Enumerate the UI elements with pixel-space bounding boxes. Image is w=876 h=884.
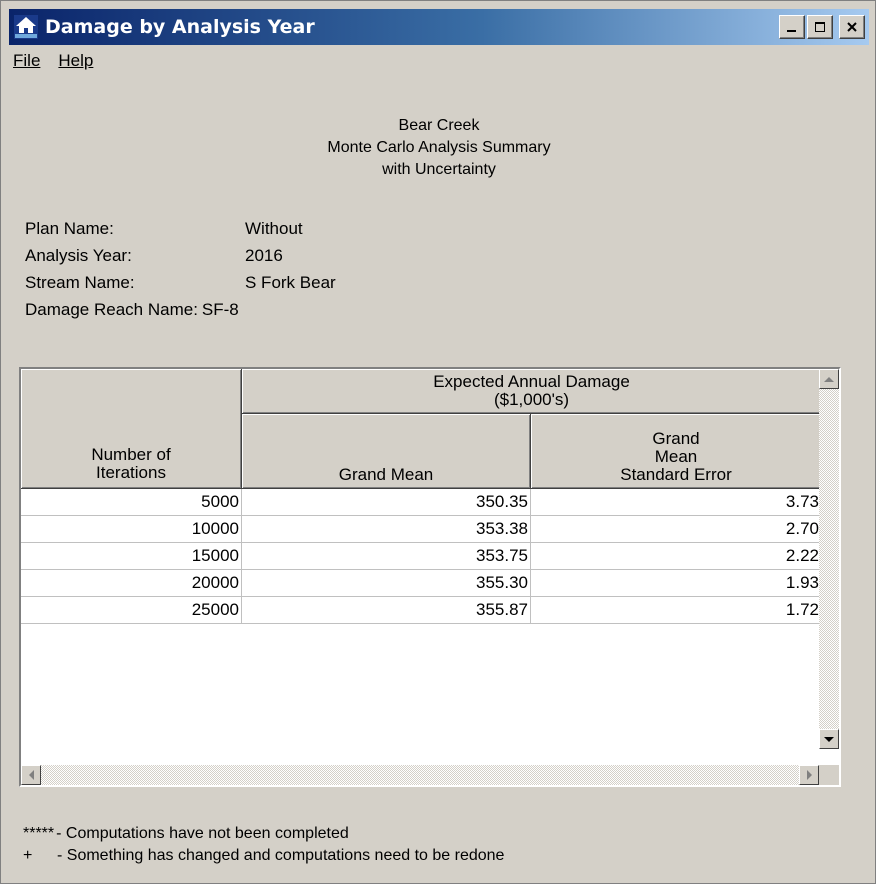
close-button[interactable] [839, 15, 865, 39]
arrow-down-icon [824, 736, 834, 742]
info-section: Plan Name: Without Analysis Year: 2016 S… [25, 215, 336, 323]
table-row[interactable]: 10000 353.38 2.70 [21, 515, 822, 543]
scroll-right-button[interactable] [799, 765, 819, 785]
reach-row: Damage Reach Name: SF-8 [25, 296, 336, 323]
table-row[interactable]: 25000 355.87 1.72 [21, 596, 822, 624]
report-subtitle: Monte Carlo Analysis Summary [327, 139, 551, 156]
results-grid[interactable]: Number of Iterations Expected Annual Dam… [19, 367, 841, 787]
stream-row: Stream Name: S Fork Bear [25, 269, 336, 296]
minimize-icon [787, 30, 796, 32]
col-header-se-line2: Mean [654, 447, 698, 466]
results-table: Number of Iterations Expected Annual Dam… [21, 369, 822, 624]
menu-help-label: Help [58, 51, 94, 70]
col-header-se-line1: Grand [652, 429, 700, 448]
cell-grand-mean[interactable]: 353.38 [241, 515, 531, 543]
arrow-right-icon [806, 770, 812, 780]
legend-text-changed: - Something has changed and computations… [57, 847, 505, 864]
minimize-button[interactable] [779, 15, 805, 39]
maximize-icon [815, 22, 825, 32]
legend-row-changed: + - Something has changed and computatio… [23, 845, 504, 867]
cell-grand-mean[interactable]: 350.35 [241, 488, 531, 516]
col-header-grand-mean-label: Grand Mean [338, 465, 434, 484]
col-header-iterations[interactable]: Number of Iterations [21, 369, 242, 489]
plan-label: Plan Name: [25, 219, 114, 238]
legend: ***** - Computations have not been compl… [23, 823, 504, 867]
year-row: Analysis Year: 2016 [25, 242, 336, 269]
report-subtitle-2: with Uncertainty [382, 161, 496, 178]
report-title: Bear Creek [398, 117, 480, 134]
col-header-iterations-line1: Number of [91, 445, 171, 464]
vertical-scrollbar[interactable] [819, 369, 839, 749]
arrow-up-icon [824, 376, 834, 382]
report-header: Bear Creek Monte Carlo Analysis Summary … [1, 115, 876, 181]
maximize-button[interactable] [807, 15, 833, 39]
scroll-down-button[interactable] [819, 729, 839, 749]
window-controls [779, 15, 865, 39]
main-window: Damage by Analysis Year File Help Bear C… [0, 0, 876, 884]
cell-grand-mean[interactable]: 355.87 [241, 596, 531, 624]
col-header-standard-error[interactable]: Grand Mean Standard Error [530, 413, 822, 489]
stream-label: Stream Name: [25, 273, 135, 292]
group-header-ead[interactable]: Expected Annual Damage ($1,000's) [241, 369, 822, 414]
year-label: Analysis Year: [25, 246, 132, 265]
arrow-left-icon [28, 770, 34, 780]
menu-file[interactable]: File [13, 51, 40, 77]
col-header-se-line3: Standard Error [620, 465, 732, 484]
menu-bar: File Help [9, 51, 93, 77]
close-icon [847, 22, 857, 32]
cell-iterations[interactable]: 10000 [21, 515, 242, 543]
legend-symbol-incomplete: ***** [23, 825, 55, 842]
app-house-icon [13, 14, 39, 40]
group-header-line1: Expected Annual Damage [433, 372, 630, 391]
reach-value: SF-8 [201, 300, 239, 319]
legend-row-incomplete: ***** - Computations have not been compl… [23, 823, 504, 845]
cell-iterations[interactable]: 5000 [21, 488, 242, 516]
scrollbar-corner [819, 765, 839, 785]
cell-iterations[interactable]: 20000 [21, 569, 242, 597]
table-row[interactable]: 20000 355.30 1.93 [21, 569, 822, 597]
cell-grand-mean[interactable]: 353.75 [241, 542, 531, 570]
window-title: Damage by Analysis Year [45, 16, 315, 38]
stream-value: S Fork Bear [245, 273, 336, 292]
table-row[interactable]: 15000 353.75 2.22 [21, 542, 822, 570]
cell-standard-error[interactable]: 1.93 [530, 569, 822, 597]
table-row[interactable]: 5000 350.35 3.73 [21, 488, 822, 516]
col-header-iterations-line2: Iterations [96, 463, 166, 482]
menu-file-label: File [13, 51, 41, 70]
cell-standard-error[interactable]: 2.22 [530, 542, 822, 570]
year-value: 2016 [245, 246, 283, 265]
menu-help[interactable]: Help [58, 51, 93, 77]
group-header-line2: ($1,000's) [493, 390, 570, 409]
cell-iterations[interactable]: 25000 [21, 596, 242, 624]
cell-grand-mean[interactable]: 355.30 [241, 569, 531, 597]
scroll-left-button[interactable] [21, 765, 41, 785]
legend-symbol-changed: + [23, 847, 33, 864]
cell-standard-error[interactable]: 1.72 [530, 596, 822, 624]
plan-row: Plan Name: Without [25, 215, 336, 242]
horizontal-scrollbar[interactable] [21, 765, 819, 785]
cell-standard-error[interactable]: 3.73 [530, 488, 822, 516]
legend-text-incomplete: - Computations have not been completed [56, 825, 349, 842]
col-header-grand-mean[interactable]: Grand Mean [241, 413, 531, 489]
scroll-up-button[interactable] [819, 369, 839, 389]
plan-value: Without [245, 219, 303, 238]
cell-standard-error[interactable]: 2.70 [530, 515, 822, 543]
cell-iterations[interactable]: 15000 [21, 542, 242, 570]
title-bar[interactable]: Damage by Analysis Year [9, 9, 869, 45]
reach-label: Damage Reach Name: [25, 300, 198, 319]
